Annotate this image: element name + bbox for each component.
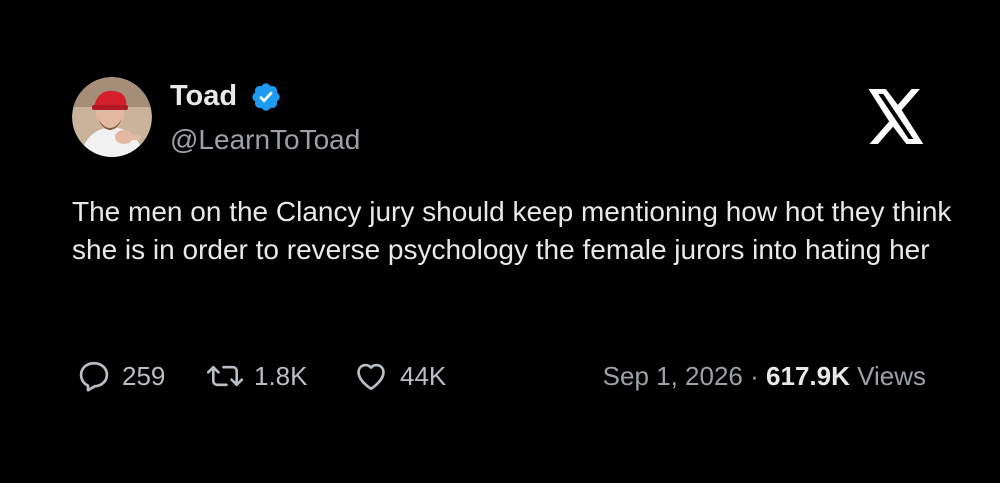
x-logo-icon xyxy=(868,89,924,144)
avatar-photo-icon xyxy=(72,77,152,157)
meta-separator: · xyxy=(750,361,759,391)
repost-icon xyxy=(206,365,244,387)
tweet-date[interactable]: Sep 1, 2026 xyxy=(603,361,743,391)
like-button[interactable]: 44K xyxy=(352,358,446,394)
like-count: 44K xyxy=(400,360,447,391)
avatar[interactable] xyxy=(72,77,152,157)
tweet-card: Toad @LearnToToad The men on the Clancy … xyxy=(0,0,1000,483)
display-name[interactable]: Toad xyxy=(170,79,237,113)
views-label: Views xyxy=(857,361,926,391)
verified-badge-icon xyxy=(252,83,280,111)
tweet-meta: Sep 1, 2026 · 617.9K Views xyxy=(603,360,926,392)
views-count: 617.9K xyxy=(766,361,850,391)
reply-icon xyxy=(79,361,109,392)
user-handle[interactable]: @LearnToToad xyxy=(170,123,360,157)
heart-icon xyxy=(357,363,385,391)
repost-button[interactable]: 1.8K xyxy=(206,358,308,394)
reply-button[interactable]: 259 xyxy=(76,358,165,394)
reply-count: 259 xyxy=(122,360,166,391)
repost-count: 1.8K xyxy=(254,360,308,391)
tweet-text: The men on the Clancy jury should keep m… xyxy=(72,196,952,265)
